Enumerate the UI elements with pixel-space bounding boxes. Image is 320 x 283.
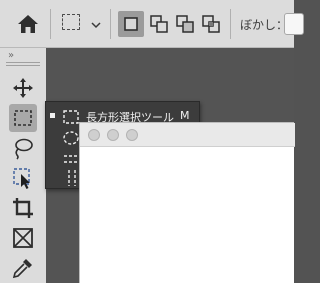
- move-tool-button[interactable]: [9, 74, 37, 102]
- zoom-window-button[interactable]: [126, 129, 138, 141]
- flyout-item-shortcut: M: [180, 109, 190, 122]
- crop-icon: [13, 198, 33, 218]
- feather-input[interactable]: [284, 13, 304, 35]
- eyedropper-icon: [12, 259, 32, 279]
- lasso-tool-button[interactable]: [9, 134, 37, 162]
- feather-label: ぼかし：: [240, 18, 289, 32]
- move-icon: [13, 78, 33, 98]
- minimize-window-button[interactable]: [107, 129, 119, 141]
- subtract-selection-button[interactable]: [172, 11, 198, 37]
- intersect-selection-button[interactable]: [198, 11, 224, 37]
- frame-icon: [13, 228, 33, 248]
- frame-tool-button[interactable]: [9, 224, 37, 252]
- divider: [110, 9, 111, 39]
- home-icon[interactable]: [16, 12, 40, 36]
- object-select-tool-button[interactable]: [9, 164, 37, 192]
- ellipse-marquee-icon: [63, 131, 79, 145]
- eyedropper-tool-button[interactable]: [9, 254, 37, 282]
- add-to-selection-icon: [150, 15, 168, 33]
- lasso-icon: [15, 138, 33, 160]
- add-to-selection-button[interactable]: [146, 11, 172, 37]
- chevron-down-icon[interactable]: [90, 16, 102, 29]
- tools-panel: »: [0, 48, 46, 283]
- rect-marquee-icon: [14, 110, 32, 126]
- divider: [230, 9, 231, 39]
- close-window-button[interactable]: [88, 129, 100, 141]
- subtract-from-selection-icon: [176, 15, 194, 33]
- crop-tool-button[interactable]: [9, 194, 37, 222]
- panel-collapse-icon[interactable]: »: [8, 50, 14, 61]
- options-bar: ぼかし：: [0, 0, 304, 48]
- panel-drag-handle[interactable]: [6, 62, 40, 66]
- marquee-tool-button[interactable]: [9, 104, 37, 132]
- tool-preset-marquee-icon[interactable]: [62, 14, 80, 30]
- document-window: [79, 122, 295, 283]
- selected-bullet-icon: [50, 113, 55, 118]
- object-select-icon: [13, 168, 30, 189]
- rect-marquee-icon: [63, 110, 79, 124]
- new-selection-icon: [124, 17, 138, 31]
- single-row-marquee-icon: [64, 155, 78, 163]
- divider: [50, 9, 51, 39]
- intersect-selection-icon: [202, 15, 220, 33]
- new-selection-button[interactable]: [118, 11, 144, 37]
- window-titlebar[interactable]: [80, 123, 295, 147]
- single-column-marquee-icon: [68, 170, 76, 186]
